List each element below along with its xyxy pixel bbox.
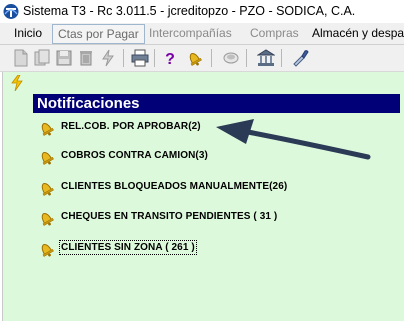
toolbar: ? — [0, 45, 404, 72]
pipette-icon[interactable] — [291, 49, 309, 67]
svg-text:?: ? — [165, 51, 175, 67]
app-logo-icon — [3, 4, 19, 19]
tab-ctas-por-pagar[interactable]: Ctas por Pagar — [52, 24, 145, 44]
lightning-icon[interactable] — [9, 75, 25, 91]
process-icon[interactable] — [99, 49, 117, 67]
toolbar-separator — [211, 49, 212, 67]
notification-item[interactable]: REL.COB. POR APROBAR(2) — [37, 119, 217, 137]
toolbar-separator — [246, 49, 247, 67]
cup-icon[interactable] — [222, 49, 240, 67]
notification-item[interactable]: CLIENTES BLOQUEADOS MANUALMENTE(26) — [37, 179, 287, 197]
toolbar-separator — [123, 49, 124, 67]
bell-icon[interactable] — [185, 49, 203, 67]
notifications-panel: Notificaciones REL.COB. POR APROBAR(2) C… — [2, 72, 404, 321]
title-bar: Sistema T3 - Rc 3.011.5 - jcreditopzo - … — [0, 0, 404, 23]
print-icon[interactable] — [131, 49, 149, 67]
bell-icon — [41, 244, 54, 257]
bell-icon — [41, 152, 54, 165]
help-icon[interactable]: ? — [161, 49, 179, 67]
notification-item[interactable]: CHEQUES EN TRANSITO PENDIENTES ( 31 ) — [37, 209, 277, 227]
bank-icon[interactable] — [257, 49, 275, 67]
window-title: Sistema T3 - Rc 3.011.5 - jcreditopzo - … — [23, 4, 356, 18]
bell-icon — [41, 123, 54, 136]
tab-almacen-y-despacho[interactable]: Almacén y despacho — [312, 25, 404, 42]
notification-label: COBROS CONTRA CAMION(3) — [61, 150, 208, 161]
tab-compras[interactable]: Compras — [250, 25, 299, 42]
notifications-header: Notificaciones — [33, 94, 400, 113]
new-document-icon[interactable] — [12, 49, 30, 67]
bell-icon — [41, 213, 54, 226]
notification-label: CLIENTES BLOQUEADOS MANUALMENTE(26) — [61, 181, 288, 192]
save-icon[interactable] — [55, 49, 73, 67]
bell-icon — [41, 183, 54, 196]
notification-item[interactable]: COBROS CONTRA CAMION(3) — [37, 148, 227, 166]
notification-label: CLIENTES SIN ZONA ( 261 ) — [59, 240, 197, 255]
notification-label: REL.COB. POR APROBAR(2) — [61, 121, 201, 132]
toolbar-separator — [281, 49, 282, 67]
copy-icon[interactable] — [33, 49, 51, 67]
tab-inicio[interactable]: Inicio — [14, 25, 42, 42]
toolbar-separator — [154, 49, 155, 67]
notification-item[interactable]: CLIENTES SIN ZONA ( 261 ) — [37, 240, 217, 258]
menu-tab-bar: Inicio Ctas por Pagar Intercompañías Com… — [0, 23, 404, 45]
delete-icon[interactable] — [77, 49, 95, 67]
tab-intercompanias[interactable]: Intercompañías — [149, 25, 232, 42]
notification-label: CHEQUES EN TRANSITO PENDIENTES ( 31 ) — [61, 211, 278, 222]
